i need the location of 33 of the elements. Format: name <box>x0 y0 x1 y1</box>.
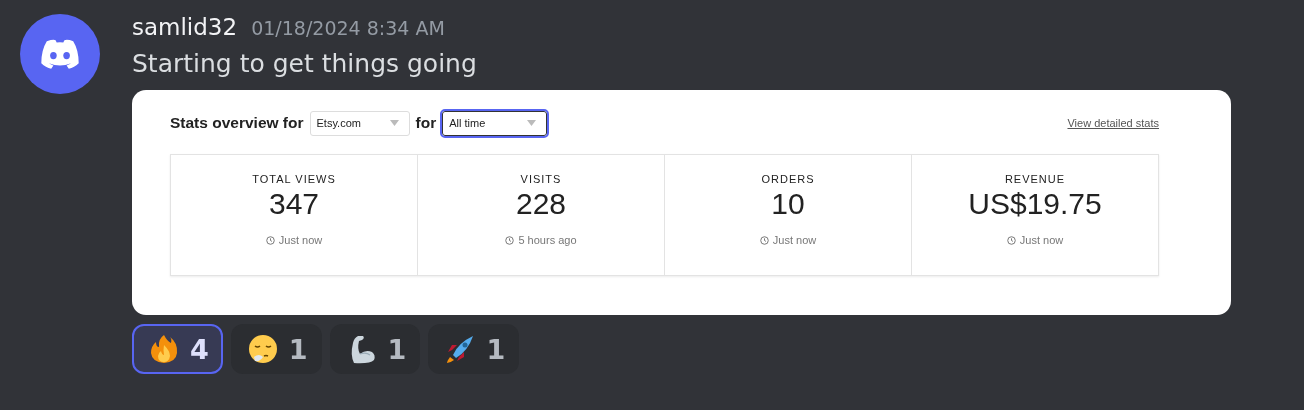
clock-icon <box>759 235 769 245</box>
stat-value: 10 <box>771 187 805 221</box>
stat-value: US$19.75 <box>968 187 1102 221</box>
reaction-button[interactable]: 1 <box>230 324 322 374</box>
updated-time: 5 hours ago <box>518 234 577 246</box>
stat-label: VISITS <box>520 173 562 185</box>
clock-icon <box>1006 235 1016 245</box>
caret-icon <box>389 120 399 126</box>
clock-icon <box>265 235 275 245</box>
message-text: Starting to get things going <box>132 48 478 80</box>
game-controller-icon <box>38 37 82 71</box>
reaction-button[interactable]: 4 <box>132 324 223 374</box>
flame-icon <box>148 333 180 365</box>
for-label: for <box>415 114 437 132</box>
sighing-face-icon <box>246 333 279 365</box>
timestamp: 01/18/2024 8:34 AM <box>251 17 445 39</box>
updated-time: Just now <box>1019 234 1064 246</box>
caret-icon <box>527 120 537 126</box>
stat-label: ORDERS <box>761 173 815 185</box>
reaction-button[interactable]: 1 <box>329 324 421 374</box>
stat-value: 347 <box>268 187 320 221</box>
updated-time: Just now <box>772 234 817 246</box>
stat-label: TOTAL VIEWS <box>252 173 336 185</box>
store-dropdown[interactable]: Etsy.com <box>309 110 410 136</box>
stats-heading: Stats overview for <box>170 114 304 132</box>
period-dropdown[interactable]: All time <box>442 110 548 136</box>
detailed-stats-link[interactable]: View detailed stats <box>1067 117 1159 129</box>
reaction-button[interactable]: 1 <box>428 324 520 374</box>
updated-time: Just now <box>278 234 323 246</box>
clock-icon <box>505 235 515 245</box>
stat-value: 228 <box>515 187 567 221</box>
author-name[interactable]: samlid32 <box>132 14 238 40</box>
stat-label: REVENUE <box>1004 173 1066 185</box>
